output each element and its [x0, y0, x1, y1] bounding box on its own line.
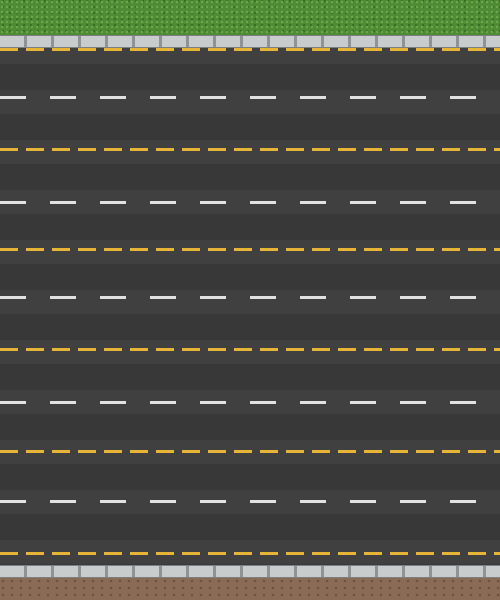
asphalt-road: [0, 48, 500, 564]
white-dashed-line: [0, 96, 500, 99]
yellow-dashed-line: [0, 148, 500, 151]
yellow-dashed-line: [0, 450, 500, 453]
yellow-dashed-line: [0, 552, 500, 555]
white-dashed-line: [0, 401, 500, 404]
white-dashed-line: [0, 201, 500, 204]
yellow-dashed-line: [0, 248, 500, 251]
bottom-curb: [0, 565, 500, 578]
yellow-dashed-line: [0, 48, 500, 51]
white-dashed-line: [0, 296, 500, 299]
road-scene: [0, 0, 500, 600]
dirt-strip: [0, 578, 500, 600]
white-dashed-line: [0, 500, 500, 503]
yellow-dashed-line: [0, 348, 500, 351]
grass-strip: [0, 0, 500, 35]
top-curb: [0, 35, 500, 48]
